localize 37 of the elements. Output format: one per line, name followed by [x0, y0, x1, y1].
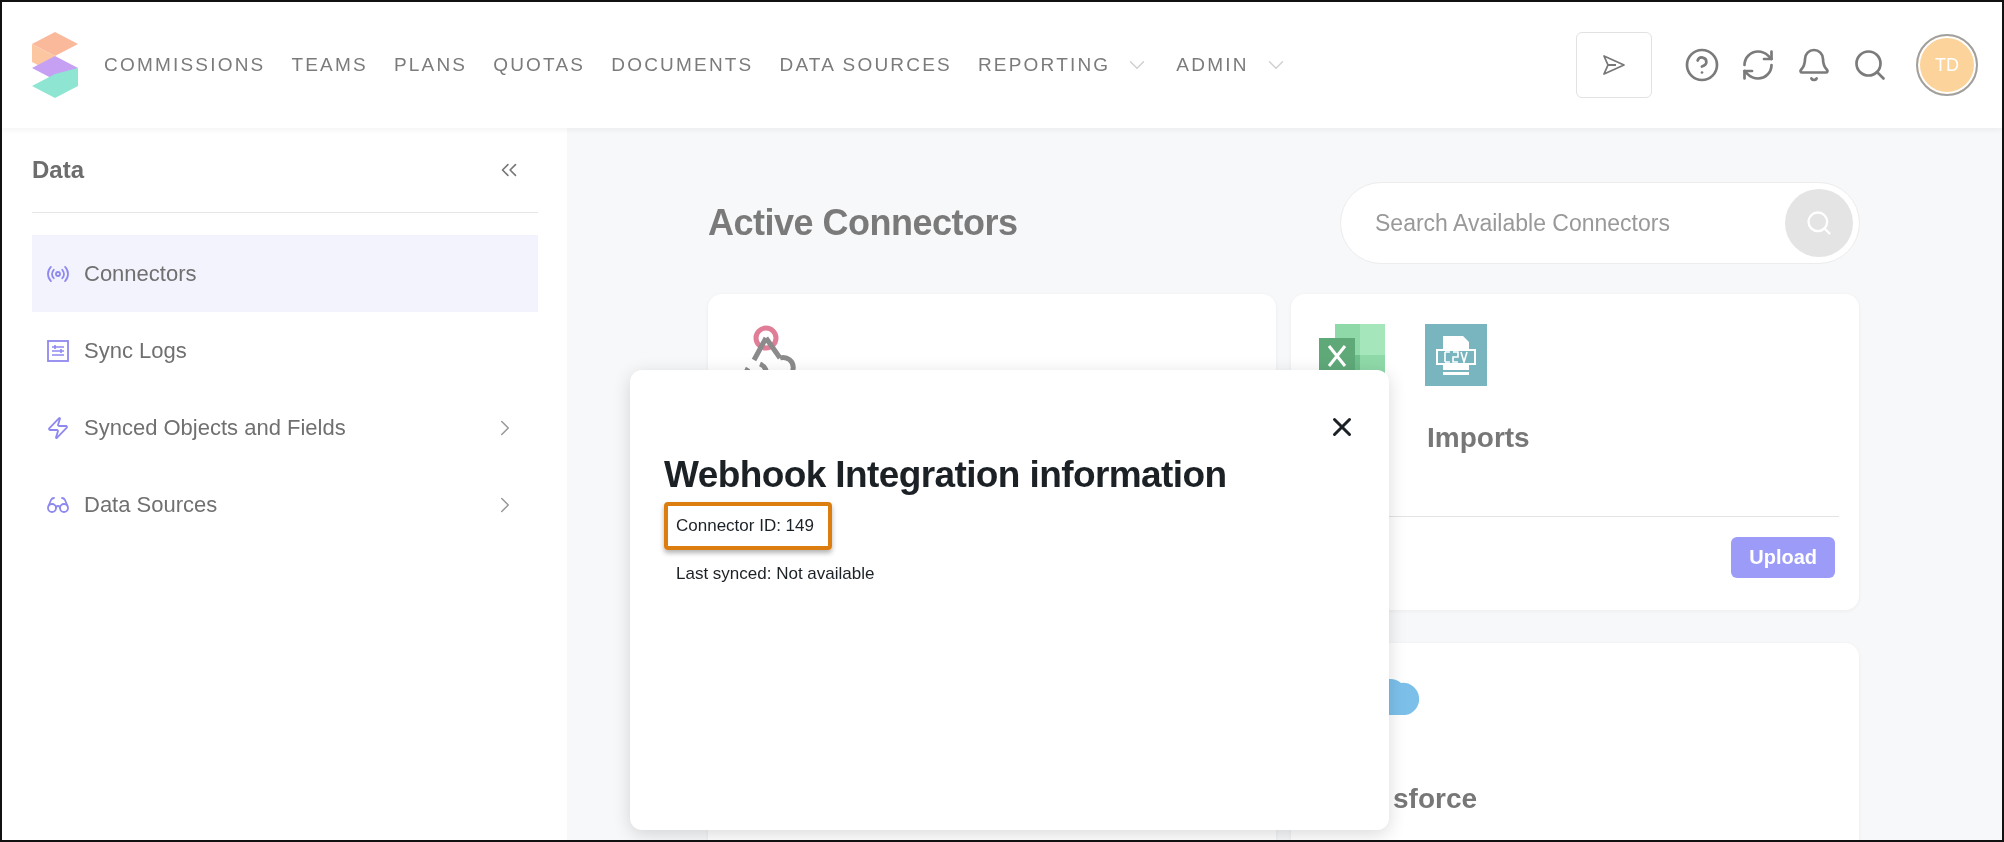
sidebar-label: Synced Objects and Fields — [84, 414, 347, 441]
sidebar-label: Sync Logs — [84, 337, 188, 364]
nav-link[interactable]: DOCUMENTS — [611, 54, 754, 76]
bell-icon[interactable] — [1796, 47, 1832, 83]
nav-link[interactable]: TEAMS — [291, 54, 368, 76]
nav-link[interactable]: PLANS — [393, 54, 468, 76]
sidebar-item[interactable]: Connectors — [32, 235, 538, 312]
nav-link[interactable]: DATA SOURCES — [779, 54, 952, 76]
search-bar[interactable]: Search Available Connectors — [1340, 182, 1860, 264]
sidebar-label: Connectors — [84, 260, 198, 287]
sidebar-label: Data Sources — [84, 491, 219, 518]
sidebar-title: Data — [32, 156, 85, 184]
sidebar-item[interactable]: Data Sources — [32, 466, 538, 543]
nav-link[interactable]: COMMISSIONS — [104, 54, 266, 76]
card-title: sforce — [1393, 783, 1479, 815]
send-button[interactable] — [1576, 32, 1652, 98]
search-icon[interactable] — [1852, 47, 1888, 83]
upload-button[interactable]: Upload — [1731, 537, 1835, 578]
info-text: Last synced: Not available — [675, 563, 876, 585]
search-field[interactable]: Search Available Connectors — [1373, 208, 1785, 238]
dialog-title: Webhook Integration information — [664, 454, 1227, 496]
sidebar-item[interactable]: Sync Logs — [32, 312, 538, 389]
help-icon[interactable] — [1684, 47, 1720, 83]
send-icon — [1602, 54, 1626, 76]
csv-file-icon — [1425, 324, 1487, 386]
lightning-icon — [46, 415, 70, 440]
info-text: Connector ID: 149 — [664, 502, 832, 550]
search-icon — [1805, 209, 1833, 237]
sidebar-item[interactable]: Synced Objects and Fields — [32, 389, 538, 466]
page-title: Active Connectors — [708, 202, 1018, 244]
nav-link[interactable]: REPORTING — [977, 52, 1151, 78]
logo-icon — [32, 32, 78, 98]
nav-link[interactable]: QUOTAS — [493, 54, 586, 76]
list-icon — [46, 338, 70, 363]
card-title: Imports — [1427, 422, 1531, 454]
refresh-icon[interactable] — [1740, 47, 1776, 83]
nav-link[interactable]: ADMIN — [1176, 52, 1289, 78]
